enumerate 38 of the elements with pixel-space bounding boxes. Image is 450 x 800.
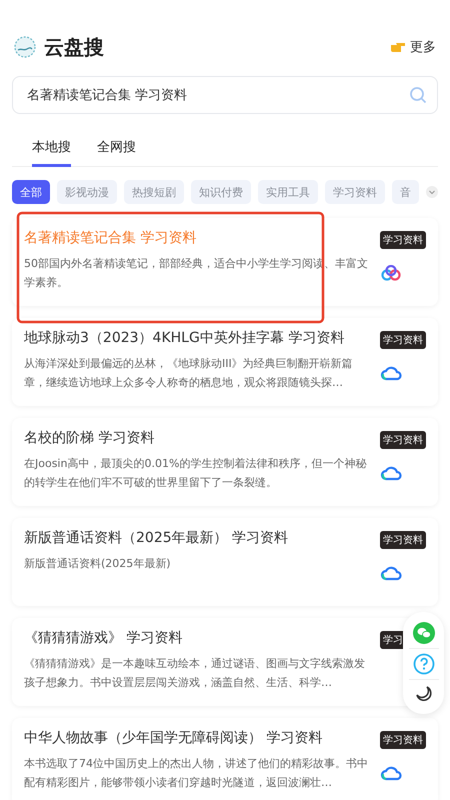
- category-chip[interactable]: 全部: [12, 180, 50, 204]
- search-box[interactable]: 名著精读笔记合集 学习资料: [12, 76, 438, 114]
- result-title: 名校的阶梯 学习资料: [24, 429, 156, 448]
- search-field[interactable]: 名著精读笔记合集 学习资料: [25, 86, 409, 104]
- moon-icon[interactable]: [414, 684, 434, 704]
- result-description: 从海洋深处到最偏远的丛林，《地球脉动III》为经典巨制翻开崭新篇章，继续造访地球上众多令人称奇的栖息地，观众将跟随镜头探…: [24, 356, 354, 391]
- result-title: 新版普通话资料（2025年最新） 学习资料: [24, 529, 290, 548]
- result-card[interactable]: 地球脉动3（2023）4KHLG中英外挂字幕 学习资料 从海洋深处到最偏远的丛林，《地球脉动III》为经典巨制翻开崭新篇章，继续造访地球上众多令人称奇的栖息地，观众将跟随镜头探… 学习资料: [12, 318, 438, 406]
- cloud-icon: [380, 365, 402, 381]
- cloud-icon: [380, 765, 402, 781]
- result-description: 《猜猜猜游戏》是一本趣味互动绘本，通过谜语、图画与文字线索激发孩子想象力。书中设置层层闯关游戏，涵盖自然、生活、科学…: [24, 656, 366, 691]
- search-icon[interactable]: [409, 86, 427, 104]
- result-title: 名著精读笔记合集 学习资料: [24, 229, 198, 248]
- chevron-down-icon[interactable]: [426, 186, 438, 198]
- tab[interactable]: 全网搜: [97, 134, 136, 167]
- category-tag: 学习资料: [380, 531, 426, 549]
- more-link[interactable]: 更多: [390, 38, 436, 56]
- category-tag: 学习资料: [380, 431, 426, 449]
- result-description: 新版普通话资料(2025年最新): [24, 556, 172, 572]
- app-title: 云盘搜: [44, 34, 104, 60]
- cloud-icon: [380, 465, 402, 481]
- category-tag: 学习资料: [380, 731, 426, 749]
- globe-logo-icon: [14, 36, 36, 58]
- result-card[interactable]: 中华人物故事（少年国学无障碍阅读） 学习资料 本书选取了74位中国历史上的杰出人物，讲述了他们的精彩故事。书中配有精彩图片，能够带领小读者们穿越时光隧道，返回波澜壮… 学习资料: [12, 718, 438, 800]
- help-icon[interactable]: [412, 653, 434, 675]
- result-title: 中华人物故事（少年国学无障碍阅读） 学习资料: [24, 729, 324, 748]
- cloud-icon: [380, 565, 402, 581]
- category-tag: 学习资料: [380, 331, 426, 349]
- tab[interactable]: 本地搜: [32, 134, 71, 167]
- result-title: 地球脉动3（2023）4KHLG中英外挂字幕 学习资料: [24, 329, 346, 348]
- result-description: 在Joosin高中，最顶尖的0.01%的学生控制着法律和秩序，但一个神秘的转学生在他们牢不可破的世界里留下了一条裂缝。: [24, 456, 368, 491]
- chat-bubbles-icon[interactable]: [412, 622, 434, 644]
- result-card[interactable]: 新版普通话资料（2025年最新） 学习资料 新版普通话资料(2025年最新) 学习资料: [12, 518, 438, 606]
- result-description: 本书选取了74位中国历史上的杰出人物，讲述了他们的精彩故事。书中配有精彩图片，能够带领小读者们穿越时光隧道，返回波澜壮…: [24, 756, 369, 791]
- category-tag: 学习资料: [380, 231, 426, 249]
- result-title: 《猜猜猜游戏》 学习资料: [24, 629, 184, 648]
- rings-icon: [380, 265, 402, 281]
- result-card[interactable]: 名校的阶梯 学习资料 在Joosin高中，最顶尖的0.01%的学生控制着法律和秩序，但一个神秘的转学生在他们牢不可破的世界里留下了一条裂缝。 学习资料: [12, 418, 438, 506]
